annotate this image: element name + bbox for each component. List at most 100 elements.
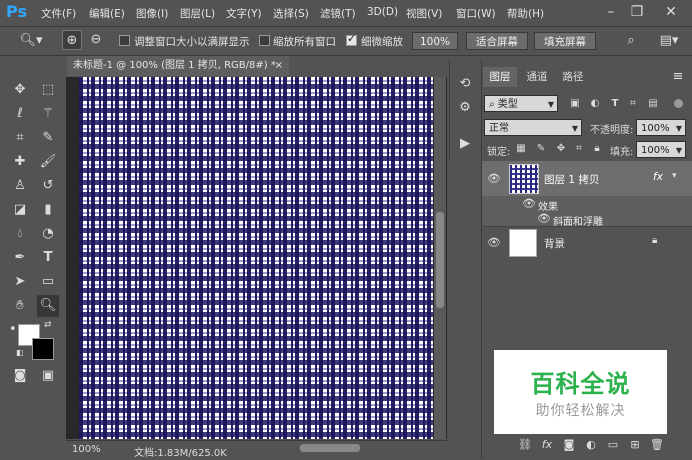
minimize-button[interactable]: – [600, 2, 622, 22]
link-layers-icon[interactable]: ⛓ [516, 436, 534, 454]
scrubby-zoom-checkbox[interactable] [346, 32, 357, 46]
filter-adjustment-icon[interactable]: ◐ [588, 94, 602, 112]
new-layer-icon[interactable]: ⊞ [626, 436, 644, 454]
eraser-tool-icon[interactable]: ◪ [9, 199, 31, 221]
menu-image[interactable]: 图像(I) [136, 6, 168, 21]
add-layer-style-icon[interactable]: fx [538, 436, 556, 454]
layer-effects-row[interactable]: 👁︎ 效果 [482, 196, 692, 213]
menu-help[interactable]: 帮助(H) [507, 6, 544, 21]
menu-layer[interactable]: 图层(L) [180, 6, 215, 21]
fill-input[interactable]: 100% ▼ [636, 141, 686, 158]
gradient-tool-icon[interactable]: ▮ [37, 199, 59, 221]
quick-mask-icon[interactable]: ◙ [9, 365, 31, 387]
lock-transparent-icon[interactable]: ▦ [514, 141, 528, 157]
brush-tool-icon[interactable]: 🖌︎ [37, 151, 59, 173]
menu-filter[interactable]: 滤镜(T) [320, 6, 356, 21]
filter-pixel-icon[interactable]: ▣ [568, 94, 582, 112]
tab-channels[interactable]: 通道 [520, 67, 554, 87]
clone-stamp-tool-icon[interactable]: ♙ [9, 175, 31, 197]
menu-edit[interactable]: 编辑(E) [89, 6, 125, 21]
delete-layer-icon[interactable]: 🗑︎ [648, 436, 666, 454]
horizontal-scroll-thumb[interactable] [300, 444, 360, 452]
fit-screen-button[interactable]: 适合屏幕 [466, 32, 528, 50]
filter-kind-select[interactable]: ⌕ 类型 ▼ [484, 95, 558, 112]
visibility-eye-icon[interactable]: 👁︎ [537, 212, 551, 226]
zoom-tool-preset-icon[interactable]: 🔍︎▾ [18, 31, 44, 51]
magic-wand-tool-icon[interactable]: ⚚ [37, 103, 59, 125]
layer-name[interactable]: 背景 [544, 236, 565, 251]
screen-mode-icon[interactable]: ▣ [37, 365, 59, 387]
path-selection-tool-icon[interactable]: ➤ [9, 271, 31, 293]
layer-row[interactable]: 👁︎ 图层 1 拷贝 fx ▾ [482, 161, 692, 197]
layer-effect-row[interactable]: 👁︎ 斜面和浮雕 [482, 211, 692, 228]
zoom-out-icon[interactable]: ⊖ [86, 30, 106, 50]
chevron-down-icon[interactable]: ▾ [672, 171, 677, 181]
background-color-swatch[interactable] [32, 338, 54, 360]
close-window-button[interactable]: ✕ [660, 2, 682, 22]
menu-select[interactable]: 选择(S) [273, 6, 309, 21]
menu-3d[interactable]: 3D(D) [367, 6, 398, 18]
layer-name[interactable]: 图层 1 拷贝 [544, 172, 599, 187]
lasso-tool-icon[interactable]: ℓ [9, 103, 31, 125]
tab-paths[interactable]: 路径 [556, 67, 590, 87]
properties-panel-icon[interactable]: ⚙ [455, 98, 475, 118]
eyedropper-tool-icon[interactable]: ✎ [37, 127, 59, 149]
filter-type-icon[interactable]: T [608, 94, 622, 112]
lock-position-icon[interactable]: ✥ [554, 141, 568, 157]
zoom-tool-icon[interactable]: 🔍︎ [37, 295, 59, 317]
document-tab[interactable]: 未标题-1 @ 100% (图层 1 拷贝, RGB/8#) * × [67, 56, 289, 76]
crop-tool-icon[interactable]: ⌗ [9, 127, 31, 149]
fill-screen-button[interactable]: 填充屏幕 [534, 32, 596, 50]
panel-menu-icon[interactable]: ≡ [668, 67, 688, 87]
new-group-icon[interactable]: ▭ [604, 436, 622, 454]
menu-view[interactable]: 视图(V) [406, 6, 442, 21]
pen-tool-icon[interactable]: ✒ [9, 247, 31, 269]
blend-mode-select[interactable]: 正常 ▼ [484, 119, 582, 136]
watermark-title: 百科全说 [530, 370, 631, 398]
menu-file[interactable]: 文件(F) [41, 6, 76, 21]
close-document-icon[interactable]: × [275, 56, 283, 76]
filter-toggle-icon[interactable] [674, 99, 683, 108]
zoom-in-icon[interactable]: ⊕ [62, 30, 82, 50]
menu-type[interactable]: 文字(Y) [226, 6, 262, 21]
lock-pixels-icon[interactable]: ✎ [534, 141, 548, 157]
status-zoom[interactable]: 100% [72, 444, 101, 455]
restore-button[interactable]: ❐ [626, 2, 648, 22]
resize-windows-checkbox[interactable] [119, 35, 130, 46]
actions-play-icon[interactable]: ▶ [455, 134, 475, 154]
marquee-tool-icon[interactable]: ⬚ [37, 79, 59, 101]
rectangle-tool-icon[interactable]: ▭ [37, 271, 59, 293]
document-canvas[interactable] [79, 77, 433, 439]
type-tool-icon[interactable]: T [37, 247, 59, 269]
swap-colors-icon[interactable]: ⇄ [44, 320, 52, 330]
filter-shape-icon[interactable]: ⌗ [626, 94, 640, 112]
filter-smart-object-icon[interactable]: ▤ [646, 94, 660, 112]
status-bar: 100% 文档:1.83M/625.0K [66, 440, 447, 460]
layer-row[interactable]: 👁︎ 背景 🔒︎ [482, 226, 692, 259]
vertical-scroll-thumb[interactable] [436, 212, 444, 308]
add-mask-icon[interactable]: ◙ [560, 436, 578, 454]
blur-tool-icon[interactable]: 💧︎ [9, 223, 31, 245]
move-tool-icon[interactable]: ✥ [9, 79, 31, 101]
photoshop-logo: Ps [6, 2, 27, 21]
default-colors-icon[interactable]: ◧ [16, 348, 24, 357]
workspace-switcher-icon[interactable]: ▤▾ [652, 31, 686, 51]
visibility-eye-icon[interactable]: 👁︎ [522, 197, 536, 211]
visibility-eye-icon[interactable]: 👁︎ [487, 172, 501, 186]
layer-effects-icon[interactable]: fx [653, 171, 663, 183]
zoom-100-button[interactable]: 100% [412, 32, 458, 50]
search-icon[interactable]: ⌕ [620, 31, 642, 51]
history-brush-tool-icon[interactable]: ↺ [37, 175, 59, 197]
menu-window[interactable]: 窗口(W) [456, 6, 496, 21]
tab-layers[interactable]: 图层 [483, 67, 517, 87]
hand-tool-icon[interactable]: ✋︎ [9, 295, 31, 317]
healing-brush-tool-icon[interactable]: ✚ [9, 151, 31, 173]
history-panel-icon[interactable]: ⟲ [455, 74, 475, 94]
visibility-eye-icon[interactable]: 👁︎ [487, 236, 501, 250]
opacity-input[interactable]: 100% ▼ [636, 119, 686, 136]
lock-all-icon[interactable]: 🔒︎ [590, 141, 604, 157]
lock-artboard-icon[interactable]: ⌗ [572, 141, 586, 157]
dodge-tool-icon[interactable]: ◔ [37, 223, 59, 245]
zoom-all-windows-checkbox[interactable] [259, 35, 270, 46]
new-adjustment-layer-icon[interactable]: ◐ [582, 436, 600, 454]
